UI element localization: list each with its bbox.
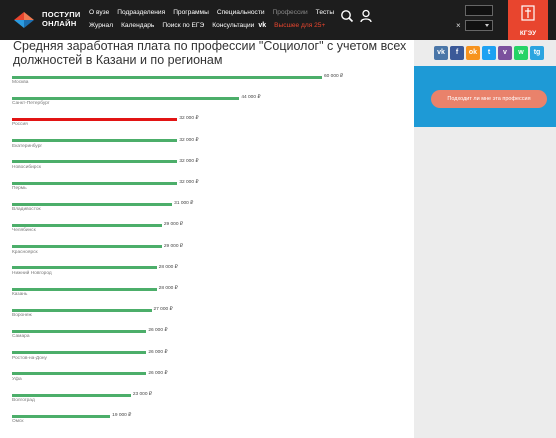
chart-bar bbox=[12, 393, 131, 397]
bar-value-label: 28 000 ₽ bbox=[158, 264, 178, 270]
bar-value-label: 26 000 ₽ bbox=[148, 349, 168, 355]
bar-value-label: 32 000 ₽ bbox=[179, 158, 199, 164]
bar-city-label: Екатеринбург bbox=[12, 143, 43, 149]
bar-city-label: Челябинск bbox=[12, 228, 36, 234]
bar-city-label: Красноярск bbox=[12, 249, 38, 255]
bar-value-label: 32 000 ₽ bbox=[179, 137, 199, 143]
chart-bar bbox=[12, 117, 178, 121]
telegram-icon[interactable]: tg bbox=[530, 46, 544, 60]
bar-city-label: Новосибирск bbox=[12, 164, 41, 170]
bar-city-label: Волгоград bbox=[12, 398, 35, 403]
bar-city-label: Москва bbox=[12, 80, 29, 85]
chart-bar bbox=[12, 308, 152, 312]
chevron-down-icon bbox=[485, 24, 489, 27]
facebook-icon[interactable]: f bbox=[450, 46, 464, 60]
bar-value-label: 23 000 ₽ bbox=[132, 392, 152, 397]
chart-bar bbox=[12, 329, 147, 333]
header-input[interactable] bbox=[465, 5, 493, 16]
odnoklassniki-icon[interactable]: ok bbox=[466, 46, 480, 60]
chart-bar bbox=[12, 351, 147, 355]
bar-city-label: Ростов-на-Дону bbox=[12, 355, 47, 361]
bar-city-label: Пермь bbox=[12, 186, 27, 191]
university-badge[interactable]: КГЭУ bbox=[508, 0, 548, 41]
chart-bar bbox=[12, 223, 162, 227]
bar-city-label: Воронеж bbox=[12, 313, 32, 319]
bar-value-label: 60 000 ₽ bbox=[324, 74, 344, 79]
profession-test-button[interactable]: Подходит ли мне эта профессия bbox=[431, 90, 547, 108]
bar-value-label: 19 000 ₽ bbox=[112, 413, 132, 419]
twitter-icon[interactable]: t bbox=[482, 46, 496, 60]
bar-city-label: Уфа bbox=[12, 376, 22, 382]
chart-bar bbox=[12, 202, 173, 206]
viber-icon[interactable]: v bbox=[498, 46, 512, 60]
bar-value-label: 44 000 ₽ bbox=[241, 95, 261, 101]
bar-value-label: 29 000 ₽ bbox=[163, 243, 183, 249]
bar-value-label: 29 000 ₽ bbox=[163, 222, 183, 228]
chart-bar bbox=[12, 181, 178, 185]
bar-city-label: Санкт-Петербург bbox=[12, 101, 50, 107]
bar-value-label: 31 000 ₽ bbox=[174, 201, 194, 207]
bar-value-label: 32 000 ₽ bbox=[179, 180, 199, 185]
bar-city-label: Омск bbox=[12, 419, 24, 425]
chart-bar bbox=[12, 96, 240, 100]
chart-bar bbox=[12, 160, 178, 164]
bar-city-label: Нижний Новгород bbox=[12, 270, 52, 276]
bar-value-label: 28 000 ₽ bbox=[158, 286, 178, 291]
badge-label: КГЭУ bbox=[519, 30, 537, 37]
salary-bar-chart: 60 000 ₽ Москва 44 000 ₽ Санкт-Петербург 32 … bbox=[0, 0, 414, 438]
bar-city-label: Самара bbox=[12, 334, 30, 340]
promo-block: Подходит ли мне эта профессия bbox=[414, 66, 556, 127]
chart-bar bbox=[12, 287, 157, 291]
vk-icon[interactable]: vk bbox=[434, 46, 448, 60]
chart-bar bbox=[12, 245, 162, 249]
chart-bar bbox=[12, 139, 178, 143]
header-select[interactable] bbox=[465, 20, 493, 31]
chart-bar bbox=[12, 414, 111, 418]
chart-bar bbox=[12, 372, 147, 376]
bar-value-label: 27 000 ₽ bbox=[153, 307, 173, 313]
close-icon[interactable]: × bbox=[456, 21, 461, 30]
chart-bar bbox=[12, 75, 322, 79]
chart-bar bbox=[12, 266, 157, 270]
social-share-bar: vk f ok t v w tg bbox=[434, 46, 544, 60]
bar-city-label: Владивосток bbox=[12, 207, 41, 213]
bar-value-label: 26 000 ₽ bbox=[148, 328, 168, 334]
emblem-icon bbox=[521, 5, 535, 21]
whatsapp-icon[interactable]: w bbox=[514, 46, 528, 60]
bar-value-label: 32 000 ₽ bbox=[179, 116, 199, 122]
bar-city-label: Россия bbox=[12, 122, 28, 128]
bar-value-label: 26 000 ₽ bbox=[148, 370, 168, 376]
bar-city-label: Казань bbox=[12, 292, 28, 297]
